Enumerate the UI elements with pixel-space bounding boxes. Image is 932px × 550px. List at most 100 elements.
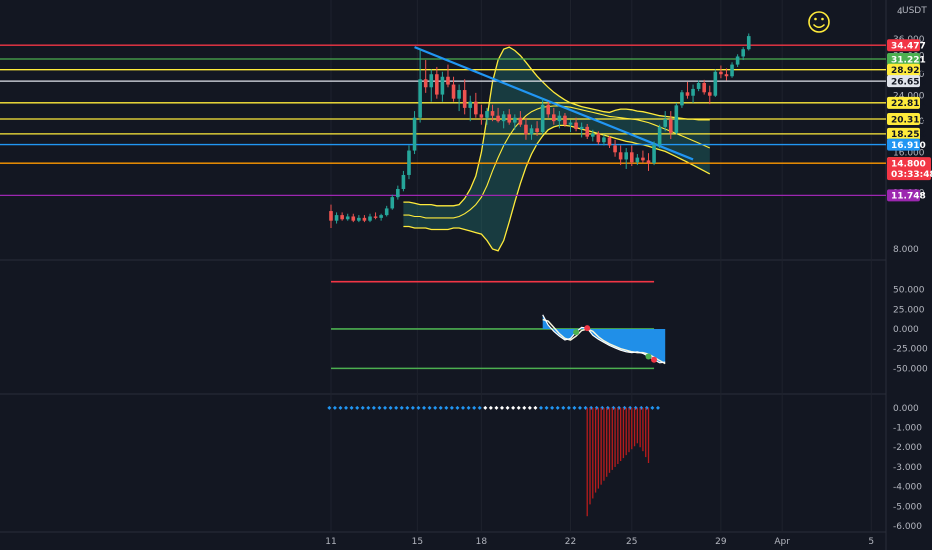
price-pane[interactable] (0, 33, 886, 252)
zero-dot (377, 405, 382, 410)
date-tick-label: Apr (774, 537, 790, 547)
oscillator-tick-label: 0.000 (893, 325, 919, 335)
candle-body (401, 174, 406, 189)
zero-dot (577, 405, 582, 410)
candle-body (624, 152, 629, 160)
current-price-label: 14.800 (891, 159, 926, 169)
candle-body (741, 49, 745, 57)
candle-body (362, 217, 367, 221)
price-tick-label: 8.000 (893, 245, 919, 255)
oscillator-marker (573, 329, 580, 336)
candle-body (501, 114, 506, 122)
candle-body (485, 111, 489, 118)
candle-body (345, 216, 350, 220)
candle-body (529, 128, 534, 135)
candle-body (685, 92, 690, 96)
oscillator-marker (645, 353, 652, 360)
candle-body (412, 117, 417, 151)
candle-body (468, 101, 473, 108)
zero-dot (483, 405, 488, 410)
candle-body (496, 115, 500, 122)
histogram-tick-label: -1.000 (893, 424, 922, 434)
candle-body (379, 215, 383, 218)
oscillator-marker (584, 325, 591, 332)
zero-dot (383, 405, 388, 410)
candle-body (407, 150, 411, 175)
date-tick-label: 18 (476, 537, 488, 547)
candle-body (351, 216, 356, 221)
candle-body (613, 145, 617, 153)
zero-dot (538, 405, 543, 410)
candle-body (457, 90, 461, 99)
zero-dot (499, 405, 504, 410)
zero-dot (572, 405, 577, 410)
zero-dot (488, 405, 493, 410)
price-tag-label: 11.748 (891, 192, 926, 202)
candle-body (373, 216, 378, 218)
candle-body (340, 215, 344, 220)
zero-dot (466, 405, 471, 410)
candle-body (724, 74, 729, 77)
oscillator-pane[interactable] (331, 280, 666, 370)
time-axis[interactable]: 11 15 18 22 25 29 Apr 5 (325, 537, 874, 547)
candle-body (674, 105, 679, 133)
price-axis[interactable]: 36.00032.00028.00024.00020.00016.00012.0… (887, 35, 932, 532)
date-tick-label: 11 (325, 537, 336, 547)
histogram-tick-label: -5.000 (893, 502, 922, 512)
candle-body (546, 104, 551, 115)
zero-dot (655, 405, 660, 410)
candle-body (479, 114, 484, 118)
zero-dot (366, 405, 371, 410)
histogram-tick-label: -3.000 (893, 463, 922, 473)
zero-dot (332, 405, 337, 410)
zero-dot (461, 405, 466, 410)
zero-dot (405, 405, 410, 410)
zero-dot (410, 405, 415, 410)
candle-body (607, 137, 612, 146)
candle-body (474, 101, 478, 115)
candle-body (451, 84, 456, 99)
zero-dot (544, 405, 549, 410)
zero-dot (522, 405, 527, 410)
price-tag-label: 16.910 (891, 141, 926, 151)
histogram-tick-label: -2.000 (893, 443, 922, 453)
histogram-pane[interactable] (327, 405, 660, 517)
candle-body (735, 56, 740, 65)
candle-body (462, 90, 467, 108)
candle-body (680, 92, 684, 106)
zero-dot (394, 405, 399, 410)
candle-body (596, 133, 601, 143)
candle-body (618, 152, 623, 160)
smiley-icon (808, 11, 830, 33)
zero-dot (527, 405, 532, 410)
candle-body (552, 114, 556, 122)
candle-body (568, 122, 573, 125)
candle-body (384, 208, 389, 216)
date-tick-label: 25 (626, 537, 637, 547)
zero-dot (344, 405, 349, 410)
date-tick-label: 5 (868, 537, 874, 547)
candle-body (518, 117, 523, 125)
zero-dot (516, 405, 521, 410)
candle-body (423, 79, 428, 88)
zero-dot (550, 405, 555, 410)
zero-dot (438, 405, 443, 410)
candle-body (574, 122, 578, 130)
zero-dot (533, 405, 538, 410)
candle-body (657, 126, 662, 145)
candle-body (730, 64, 734, 77)
date-tick-label: 15 (412, 537, 423, 547)
oscillator-tick-label: -50.000 (893, 364, 928, 374)
countdown-label: 03:33:48 (891, 170, 932, 180)
oscillator-tick-label: 50.000 (893, 286, 925, 296)
chart-stage[interactable]: 36.00032.00028.00024.00020.00016.00012.0… (0, 0, 932, 550)
candle-body (535, 128, 539, 133)
candle-body (435, 74, 439, 95)
zero-dot (472, 405, 477, 410)
histogram-tick-label: -6.000 (893, 522, 922, 532)
candle-body (590, 133, 595, 137)
price-tag-label: 34.477 (891, 41, 926, 51)
candle-body (557, 115, 562, 122)
candle-body (334, 215, 339, 221)
candle-body (652, 144, 656, 164)
